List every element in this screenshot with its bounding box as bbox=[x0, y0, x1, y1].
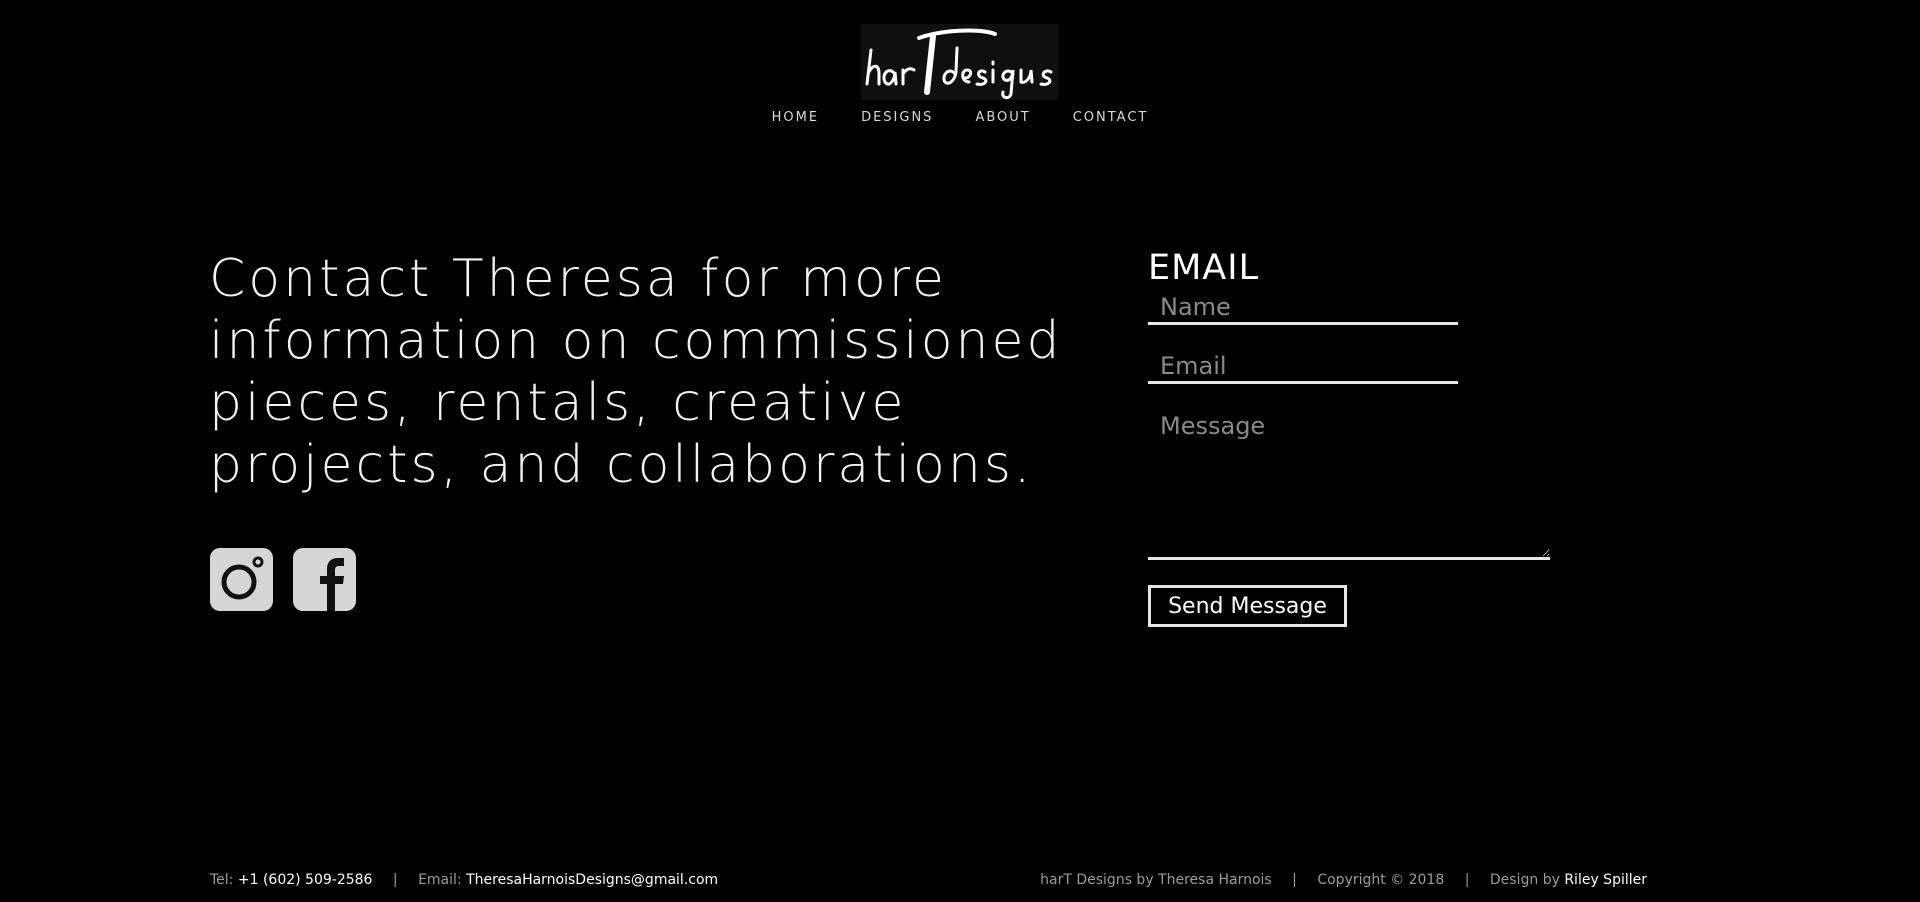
copyright-text: Copyright © 2018 bbox=[1317, 872, 1445, 888]
site-logo[interactable] bbox=[861, 24, 1058, 100]
name-field[interactable] bbox=[1148, 291, 1458, 325]
form-title: EMAIL bbox=[1148, 248, 1260, 288]
logo-wordmark bbox=[865, 28, 1053, 100]
design-label: Design by bbox=[1489, 872, 1560, 888]
site-credit: harT Designs by Theresa Harnois bbox=[1040, 872, 1272, 888]
footer-separator: | bbox=[1292, 872, 1297, 888]
email-field[interactable] bbox=[1148, 350, 1458, 384]
nav-about[interactable]: ABOUT bbox=[975, 110, 1030, 125]
instagram-link[interactable] bbox=[210, 548, 273, 611]
instagram-icon bbox=[221, 556, 264, 600]
nav-designs[interactable]: DESIGNS bbox=[861, 110, 933, 125]
message-field[interactable] bbox=[1148, 404, 1550, 560]
nav-home[interactable]: HOME bbox=[772, 110, 819, 125]
nav-contact[interactable]: CONTACT bbox=[1073, 110, 1149, 125]
designer-link[interactable]: Riley Spiller bbox=[1564, 872, 1647, 888]
social-links bbox=[210, 548, 356, 611]
email-label: Email: bbox=[418, 872, 462, 888]
tel-label: Tel: bbox=[210, 872, 234, 888]
footer-separator: | bbox=[1464, 872, 1470, 888]
footer-contact: Tel: +1 (602) 509-2586 | Email: TheresaH… bbox=[210, 872, 718, 888]
tel-value[interactable]: +1 (602) 509-2586 bbox=[238, 872, 373, 888]
footer-separator: | bbox=[392, 872, 398, 888]
contact-headline: Contact Theresa for more information on … bbox=[209, 249, 1063, 495]
send-message-button[interactable]: Send Message bbox=[1148, 585, 1347, 627]
facebook-link[interactable] bbox=[293, 548, 356, 611]
email-link[interactable]: TheresaHarnoisDesigns@gmail.com bbox=[466, 872, 718, 888]
facebook-icon bbox=[320, 558, 344, 611]
main-nav: HOME DESIGNS ABOUT CONTACT bbox=[0, 110, 1920, 125]
footer-credits: harT Designs by Theresa Harnois | Copyri… bbox=[1040, 872, 1647, 888]
